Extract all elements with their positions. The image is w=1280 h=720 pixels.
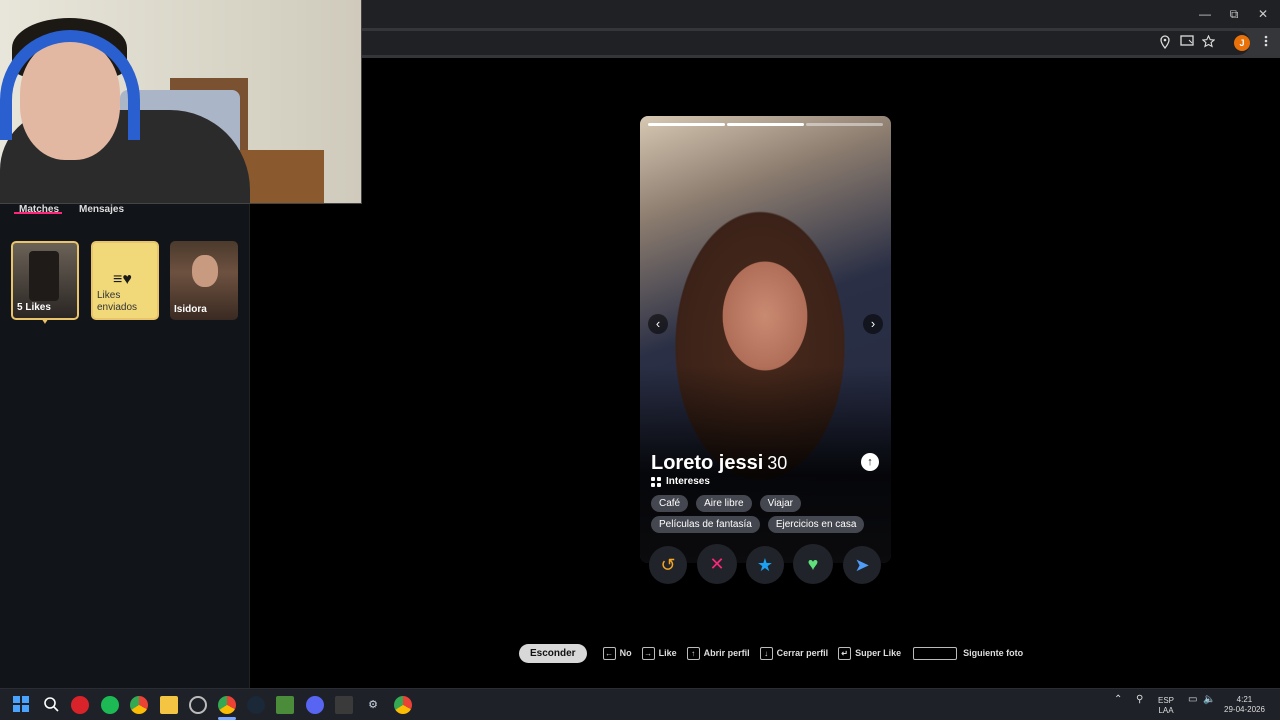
tray-chevron-icon[interactable]: ⌃ <box>1114 695 1122 705</box>
discord-icon[interactable] <box>306 696 324 714</box>
profile-age: 30 <box>767 453 788 473</box>
space-key-icon <box>913 646 958 660</box>
profile-name-row: Loreto jessi 30 <box>651 452 787 475</box>
shortcut-super-like: ↵ Super Like <box>838 646 902 660</box>
send-icon: ➤ <box>854 555 870 575</box>
interest-chip: Aire libre <box>696 495 752 512</box>
star-icon[interactable] <box>1200 34 1216 51</box>
matches-sidebar: Matches Mensajes 5 Likes ♥ ≡♥ Likes envi… <box>0 204 250 688</box>
photo-progress-segment <box>806 123 883 126</box>
search-icon[interactable] <box>42 696 60 714</box>
photo-progress-segment <box>727 123 804 126</box>
up-arrow-key-icon: ↑ <box>686 646 700 660</box>
close-button[interactable]: ✕ <box>1248 4 1278 24</box>
chrome-active-icon[interactable] <box>218 696 236 714</box>
minimize-button[interactable]: — <box>1190 4 1220 24</box>
interest-chips-row-1: Café Aire libre Viajar <box>651 495 801 512</box>
minecraft-icon[interactable] <box>276 696 294 714</box>
address-bar[interactable] <box>350 31 1250 55</box>
interests-title: Intereses <box>666 476 710 487</box>
profile-name: Loreto jessi <box>651 452 764 474</box>
windows-start-icon[interactable] <box>12 696 30 714</box>
likes-card-photo <box>29 251 59 301</box>
right-arrow-key-icon: → <box>641 646 655 660</box>
shortcut-label: Like <box>658 648 677 658</box>
steam-icon[interactable] <box>247 696 265 714</box>
shortcut-label: Super Like <box>855 648 902 658</box>
tab-mensajes[interactable]: Mensajes <box>79 204 124 215</box>
keyboard-layout-code: LAA <box>1158 706 1174 715</box>
chrome-icon[interactable] <box>130 696 148 714</box>
app-red-icon[interactable] <box>71 696 89 714</box>
rewind-icon: ↺ <box>660 555 676 575</box>
super-like-button[interactable]: ★ <box>746 546 784 584</box>
shortcut-label: Siguiente foto <box>963 648 1024 658</box>
like-button[interactable]: ♥ <box>793 544 833 584</box>
volume-icon[interactable]: 🔈 <box>1203 695 1215 705</box>
sent-likes-label: Likes enviados <box>97 290 138 313</box>
app-dark-icon[interactable] <box>335 696 353 714</box>
shortcut-close-profile: ↓ Cerrar perfil <box>759 646 829 660</box>
rewind-button[interactable]: ↺ <box>649 546 687 584</box>
shortcut-nope: ← No <box>602 646 632 660</box>
display-icon[interactable]: ▭ <box>1188 695 1197 705</box>
browser-profile-avatar[interactable]: J <box>1234 35 1250 51</box>
interests-header: Intereses <box>651 476 710 487</box>
shortcut-label: Cerrar perfil <box>776 648 829 658</box>
open-profile-button[interactable]: ↑ <box>861 453 879 471</box>
clock[interactable]: 4:21 29-04-2026 <box>1224 695 1265 715</box>
windows-taskbar: ⚙ ⌃ ⚲ ESP LAA ▭ 🔈 4:21 29-04-2026 <box>0 688 1280 720</box>
match-name-label: Isidora <box>174 304 207 315</box>
interest-chip: Café <box>651 495 689 512</box>
language-code: ESP <box>1158 696 1175 705</box>
file-explorer-icon[interactable] <box>160 696 178 714</box>
app-circle-icon[interactable] <box>189 696 207 714</box>
nope-button[interactable]: ✕ <box>697 544 737 584</box>
shortcut-like: → Like <box>641 646 677 660</box>
match-card-isidora[interactable]: Isidora <box>170 241 238 320</box>
cast-icon[interactable] <box>1179 35 1195 51</box>
boost-button[interactable]: ➤ <box>843 546 881 584</box>
left-arrow-key-icon: ← <box>602 646 616 660</box>
keyboard-shortcut-bar: Esconder ← No → Like ↑ Abrir perfil ↓ Cerrar… <box>519 643 1023 663</box>
likes-card-label: 5 Likes <box>17 302 51 313</box>
network-icon[interactable]: ⚲ <box>1136 695 1143 705</box>
interest-chip: Ejercicios en casa <box>767 516 865 533</box>
interest-chip: Viajar <box>759 495 801 512</box>
menu-icon[interactable] <box>1258 35 1274 51</box>
photo-progress-segment <box>648 123 725 126</box>
likes-card[interactable]: 5 Likes <box>11 241 79 320</box>
sent-likes-card[interactable]: ≡♥ Likes enviados <box>91 241 159 320</box>
enter-key-icon: ↵ <box>838 646 852 660</box>
shortcut-next-photo: Siguiente foto <box>913 646 1024 660</box>
webcam-overlay <box>0 0 362 204</box>
gold-heart-icon: ♥ <box>42 316 48 327</box>
next-photo-button[interactable]: › <box>863 314 883 334</box>
language-indicator[interactable]: ESP LAA <box>1158 696 1174 716</box>
spotify-icon[interactable] <box>101 696 119 714</box>
clock-date: 29-04-2026 <box>1224 705 1265 714</box>
shortcut-label: Abrir perfil <box>703 648 750 658</box>
location-icon[interactable] <box>1157 35 1173 51</box>
down-arrow-key-icon: ↓ <box>759 646 773 660</box>
interests-icon <box>651 476 661 487</box>
sent-likes-icon: ≡♥ <box>113 271 132 288</box>
prev-photo-button[interactable]: ‹ <box>648 314 668 334</box>
match-avatar-photo <box>192 255 218 287</box>
star-icon: ★ <box>756 555 774 575</box>
shortcut-label: No <box>619 648 632 658</box>
chrome-secondary-icon[interactable] <box>394 696 412 714</box>
clock-time: 4:21 <box>1236 695 1253 704</box>
shortcut-open-profile: ↑ Abrir perfil <box>686 646 750 660</box>
heart-icon: ♥ <box>807 554 819 574</box>
active-tab-indicator <box>14 212 62 214</box>
restore-button[interactable]: ⧉ <box>1219 4 1249 24</box>
hide-shortcuts-button[interactable]: Esconder <box>519 643 587 663</box>
interest-chip: Películas de fantasía <box>651 516 760 533</box>
settings-icon[interactable]: ⚙ <box>364 696 382 714</box>
close-icon: ✕ <box>709 554 725 574</box>
profile-card[interactable]: ‹ › Loreto jessi 30 ↑ Intereses Café Aire… <box>640 116 891 563</box>
interest-chips-row-2: Películas de fantasía Ejercicios en casa <box>651 516 865 533</box>
